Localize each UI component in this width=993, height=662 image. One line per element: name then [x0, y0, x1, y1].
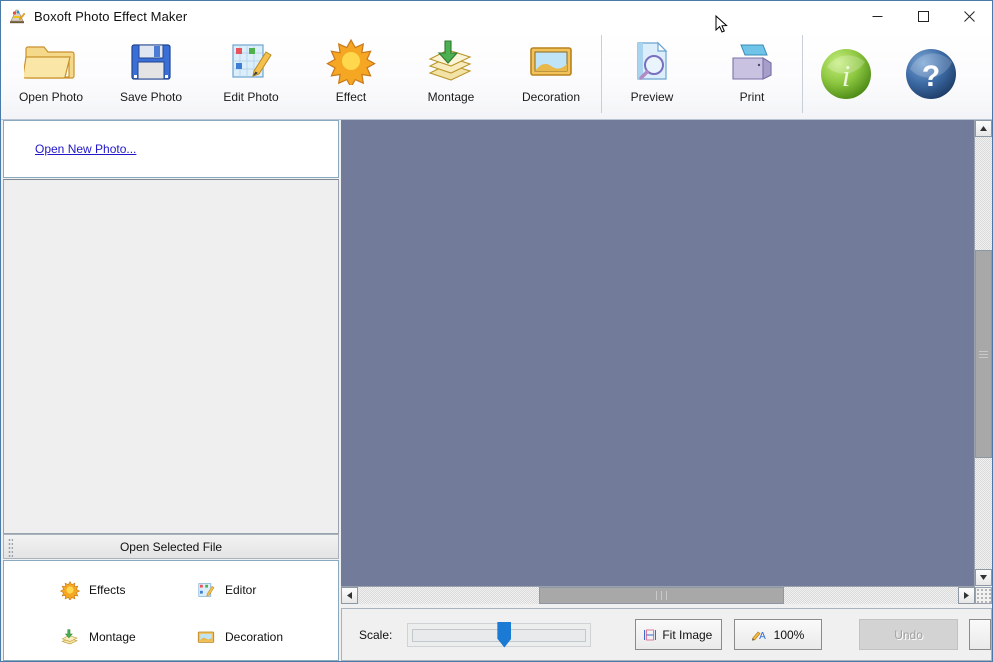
vertical-scrollbar[interactable] — [974, 120, 992, 586]
fit-image-button[interactable]: Fit Image — [634, 619, 723, 650]
help-orb-icon: ? — [902, 45, 960, 106]
document-magnifier-icon — [626, 33, 678, 89]
shortcut-effects[interactable]: Effects — [4, 579, 171, 601]
window-controls — [854, 1, 992, 31]
undo-button: Undo — [858, 619, 959, 650]
scrollbar-corner — [975, 587, 992, 604]
toolbar-label: Open Photo — [18, 90, 84, 104]
image-canvas[interactable] — [341, 120, 975, 586]
mouse-cursor — [715, 14, 729, 35]
open-new-photo-panel: Open New Photo... — [3, 120, 339, 178]
layers-down-arrow-icon — [424, 33, 478, 89]
window-title: Boxoft Photo Effect Maker — [34, 8, 188, 24]
toolbar-button-effect[interactable]: Effect — [301, 33, 401, 117]
floppy-disk-icon — [126, 33, 176, 89]
drag-grip-icon[interactable] — [8, 538, 13, 557]
svg-text:i: i — [841, 58, 850, 93]
scroll-down-button[interactable] — [975, 569, 992, 586]
toolbar-label: Preview — [630, 90, 674, 104]
scroll-right-button[interactable] — [958, 587, 975, 604]
canvas-area — [341, 120, 992, 661]
scroll-grip-icon — [979, 349, 988, 360]
toolbar-button-print[interactable]: Print — [702, 33, 802, 117]
shortcut-montage[interactable]: Montage — [4, 626, 171, 648]
open-new-photo-link[interactable]: Open New Photo... — [35, 142, 136, 156]
fit-image-icon — [644, 629, 657, 641]
svg-text:?: ? — [921, 60, 939, 93]
toolbar-button-open-photo[interactable]: Open Photo — [1, 33, 101, 117]
shortcut-decoration[interactable]: Decoration — [171, 626, 338, 648]
shortcut-label: Decoration — [225, 629, 284, 644]
open-folder-photo-icon — [24, 33, 78, 89]
scroll-grip-icon — [654, 589, 669, 603]
maximize-button[interactable] — [900, 1, 946, 31]
horizontal-scroll-thumb[interactable] — [539, 587, 784, 604]
file-list[interactable] — [3, 179, 339, 534]
toolbar-button-preview[interactable]: Preview — [602, 33, 702, 117]
left-sidebar: Open New Photo... Open Selected File Eff… — [3, 120, 339, 661]
scroll-up-button[interactable] — [975, 120, 992, 137]
grid-pencil-icon — [226, 33, 276, 89]
shortcut-label: Effects — [89, 583, 126, 598]
main-toolbar: Open Photo Save Photo Edit Photo Effect … — [1, 31, 992, 120]
sun-icon — [59, 579, 81, 601]
horizontal-scrollbar[interactable] — [341, 586, 975, 604]
info-orb-icon: i — [817, 45, 875, 106]
slider-thumb[interactable] — [497, 621, 512, 648]
palette-icon — [8, 7, 26, 25]
application-window: Boxoft Photo Effect Maker Open Photo Sav… — [0, 0, 993, 662]
zoom-100-label: 100% — [773, 627, 805, 642]
vertical-scroll-thumb[interactable] — [975, 250, 992, 458]
help-button[interactable]: ? — [888, 33, 973, 117]
grid-pencil-icon — [195, 579, 217, 601]
toolbar-label: Decoration — [521, 90, 581, 104]
printer-icon — [725, 33, 779, 89]
bottom-toolbar: Scale: Fit Image A 100% Undo — [341, 608, 992, 661]
shortcut-label: Editor — [225, 583, 257, 598]
toolbar-label: Print — [739, 90, 765, 104]
open-selected-file-button[interactable]: Open Selected File — [3, 534, 339, 559]
undo-label: Undo — [894, 627, 923, 642]
shortcut-editor[interactable]: Editor — [171, 579, 338, 601]
framed-picture-icon — [195, 626, 217, 648]
sun-icon — [326, 33, 376, 89]
fit-image-label: Fit Image — [662, 627, 713, 642]
layers-down-arrow-icon — [59, 626, 81, 648]
about-info-button[interactable]: i — [803, 33, 888, 117]
open-selected-file-label: Open Selected File — [119, 539, 223, 554]
scroll-left-button[interactable] — [341, 587, 358, 604]
toolbar-label: Montage — [427, 90, 475, 104]
title-bar: Boxoft Photo Effect Maker — [1, 1, 992, 31]
close-button[interactable] — [946, 1, 992, 31]
actual-size-icon: A — [751, 629, 768, 641]
scale-slider[interactable] — [407, 621, 591, 648]
overflow-button[interactable] — [969, 619, 991, 650]
minimize-button[interactable] — [854, 1, 900, 31]
scale-label: Scale: — [359, 627, 393, 642]
toolbar-button-montage[interactable]: Montage — [401, 33, 501, 117]
framed-picture-icon — [525, 33, 577, 89]
shortcut-label: Montage — [89, 629, 136, 644]
toolbar-button-save-photo[interactable]: Save Photo — [101, 33, 201, 117]
shortcut-panel: Effects Editor Montage Decoration — [3, 560, 339, 661]
toolbar-button-edit-photo[interactable]: Edit Photo — [201, 33, 301, 117]
toolbar-label: Edit Photo — [223, 90, 279, 104]
svg-text:A: A — [759, 631, 766, 641]
zoom-100-button[interactable]: A 100% — [734, 619, 822, 650]
toolbar-button-decoration[interactable]: Decoration — [501, 33, 601, 117]
toolbar-label: Effect — [335, 90, 367, 104]
toolbar-label: Save Photo — [119, 90, 183, 104]
